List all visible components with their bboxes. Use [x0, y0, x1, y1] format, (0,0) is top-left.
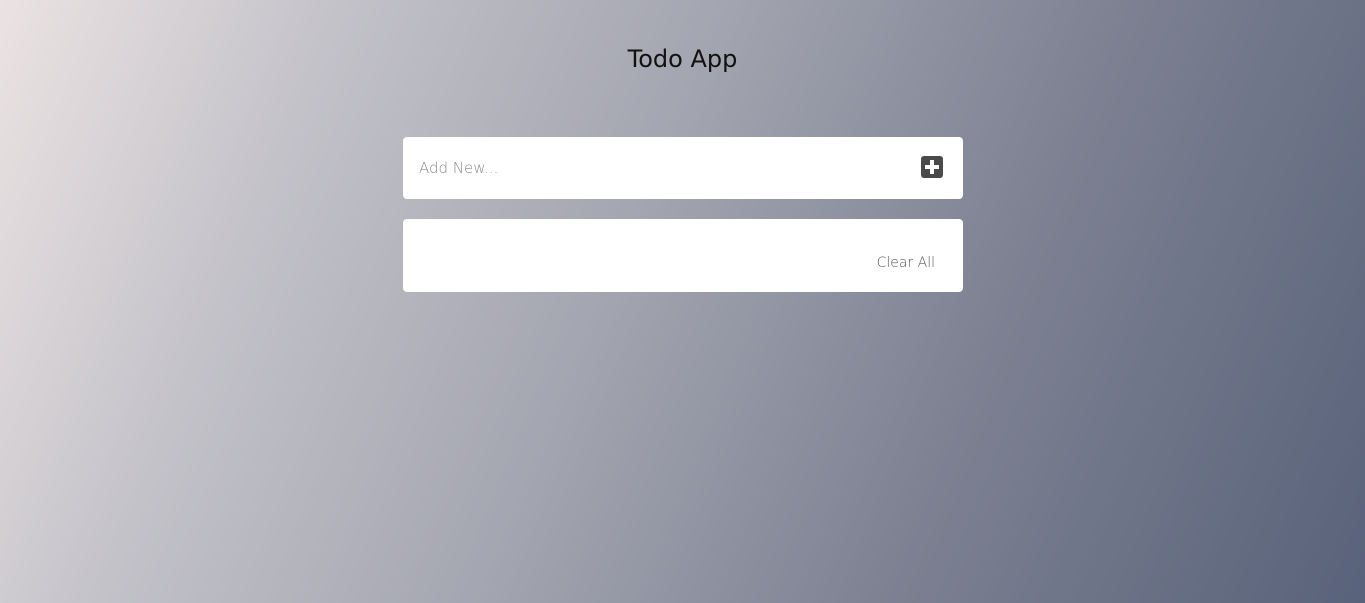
- todo-list-card: Clear All: [403, 219, 963, 292]
- add-todo-card: [403, 137, 963, 199]
- add-button[interactable]: [921, 156, 943, 178]
- clear-all-button[interactable]: Clear All: [877, 255, 935, 271]
- add-new-input[interactable]: [419, 152, 889, 184]
- page-title: Todo App: [627, 45, 738, 73]
